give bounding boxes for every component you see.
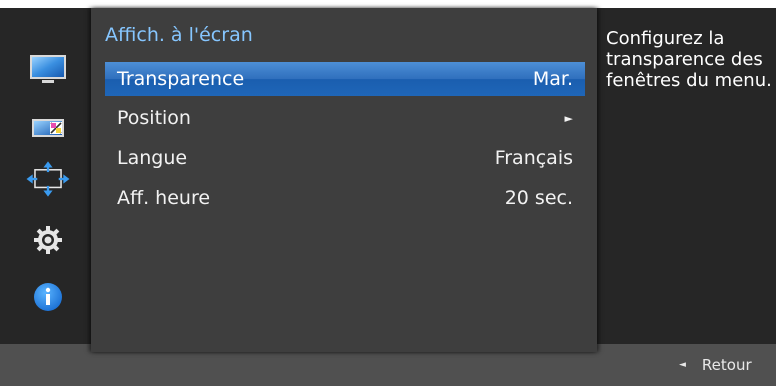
menu-item-value: 20 sec. bbox=[504, 187, 573, 209]
information-category-button[interactable] bbox=[25, 279, 71, 315]
menu-item-position[interactable]: Position ► bbox=[105, 101, 585, 135]
system-category-button[interactable] bbox=[25, 222, 71, 258]
menu-item-label: Position bbox=[117, 107, 191, 129]
menu-item-transparence[interactable]: Transparence Mar. bbox=[105, 62, 585, 96]
panel-title: Affich. à l'écran bbox=[105, 24, 253, 46]
onscreen-display-icon bbox=[26, 161, 70, 197]
menu-item-value: Mar. bbox=[532, 68, 573, 90]
picture-category-button[interactable] bbox=[25, 52, 71, 88]
menu-item-value: Français bbox=[494, 147, 573, 169]
back-hint[interactable]: ◄ Retour bbox=[679, 349, 752, 381]
top-border bbox=[0, 0, 776, 8]
color-balance-icon bbox=[32, 119, 64, 137]
menu-item-label: Langue bbox=[117, 147, 188, 169]
menu-item-aff-heure[interactable]: Aff. heure 20 sec. bbox=[105, 181, 585, 215]
menu-item-label: Aff. heure bbox=[117, 187, 211, 209]
color-category-button[interactable] bbox=[25, 110, 71, 146]
category-rail bbox=[0, 8, 94, 344]
help-panel: Configurez la transparence des fenêtres … bbox=[597, 8, 776, 344]
osd-menu: Configurez la transparence des fenêtres … bbox=[0, 0, 776, 386]
submenu-panel: Affich. à l'écran Transparence Mar. Posi… bbox=[91, 8, 597, 352]
back-label: Retour bbox=[701, 356, 752, 374]
help-text: Configurez la transparence des fenêtres … bbox=[606, 28, 772, 91]
monitor-picture-icon bbox=[30, 55, 66, 83]
menu-item-langue[interactable]: Langue Français bbox=[105, 141, 585, 175]
back-arrow-icon: ◄ bbox=[679, 360, 686, 370]
menu-item-label: Transparence bbox=[117, 68, 245, 90]
onscreen-display-category-button[interactable] bbox=[25, 161, 71, 197]
chevron-right-icon: ► bbox=[564, 111, 573, 125]
info-icon bbox=[34, 283, 62, 311]
gear-icon bbox=[34, 226, 62, 254]
